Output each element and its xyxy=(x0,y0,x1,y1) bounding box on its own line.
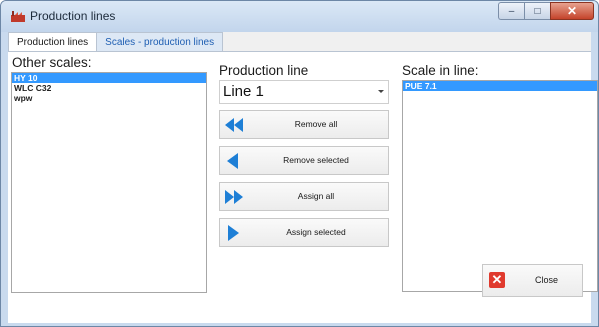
title-bar[interactable]: Production lines – □ ✕ xyxy=(1,1,598,32)
close-icon: ✕ xyxy=(566,4,578,18)
list-item[interactable]: PUE 7.1 xyxy=(403,81,597,91)
arrow-left-icon xyxy=(227,153,238,169)
remove-all-button[interactable]: Remove all xyxy=(219,110,389,139)
window-controls: – □ ✕ xyxy=(498,2,594,20)
other-scales-label: Other scales: xyxy=(12,55,92,70)
remove-selected-button[interactable]: Remove selected xyxy=(219,146,389,175)
scale-in-line-label: Scale in line: xyxy=(402,63,479,78)
tab-scales-production-lines[interactable]: Scales - production lines xyxy=(97,32,224,52)
remove-selected-label: Remove selected xyxy=(283,155,349,165)
remove-all-label: Remove all xyxy=(294,119,338,129)
assign-all-label: Assign all xyxy=(297,191,335,201)
double-arrow-right-icon xyxy=(225,190,243,204)
assign-selected-button[interactable]: Assign selected xyxy=(219,218,389,247)
factory-icon xyxy=(11,11,25,22)
other-scales-list[interactable]: HY 10 WLC C32 wpw xyxy=(11,72,207,293)
window-title: Production lines xyxy=(30,9,116,23)
close-window-button[interactable]: ✕ xyxy=(550,2,594,20)
double-arrow-left-icon xyxy=(225,118,243,132)
assign-all-button[interactable]: Assign all xyxy=(219,182,389,211)
tab-strip: Production lines Scales - production lin… xyxy=(8,32,224,52)
production-line-label: Production line xyxy=(219,63,309,78)
list-item[interactable]: wpw xyxy=(12,93,206,103)
minimize-icon: – xyxy=(508,5,515,17)
scale-in-line-list[interactable]: PUE 7.1 xyxy=(402,80,598,292)
production-line-value: Line 1 xyxy=(223,83,264,100)
production-line-select[interactable]: Line 1 xyxy=(219,80,389,104)
arrow-right-icon xyxy=(228,225,239,241)
maximize-icon: □ xyxy=(534,5,541,17)
close-button[interactable]: ✕ Close xyxy=(482,264,583,297)
list-item[interactable]: WLC C32 xyxy=(12,83,206,93)
tab-production-lines[interactable]: Production lines xyxy=(8,32,98,52)
assign-selected-label: Assign selected xyxy=(286,227,346,237)
list-item[interactable]: HY 10 xyxy=(12,73,206,83)
close-x-icon: ✕ xyxy=(489,272,505,288)
chevron-down-icon xyxy=(378,90,384,93)
production-lines-window: Production lines – □ ✕ Production lines … xyxy=(0,0,599,327)
maximize-button[interactable]: □ xyxy=(524,2,550,20)
minimize-button[interactable]: – xyxy=(498,2,524,20)
close-label: Close xyxy=(534,275,558,285)
